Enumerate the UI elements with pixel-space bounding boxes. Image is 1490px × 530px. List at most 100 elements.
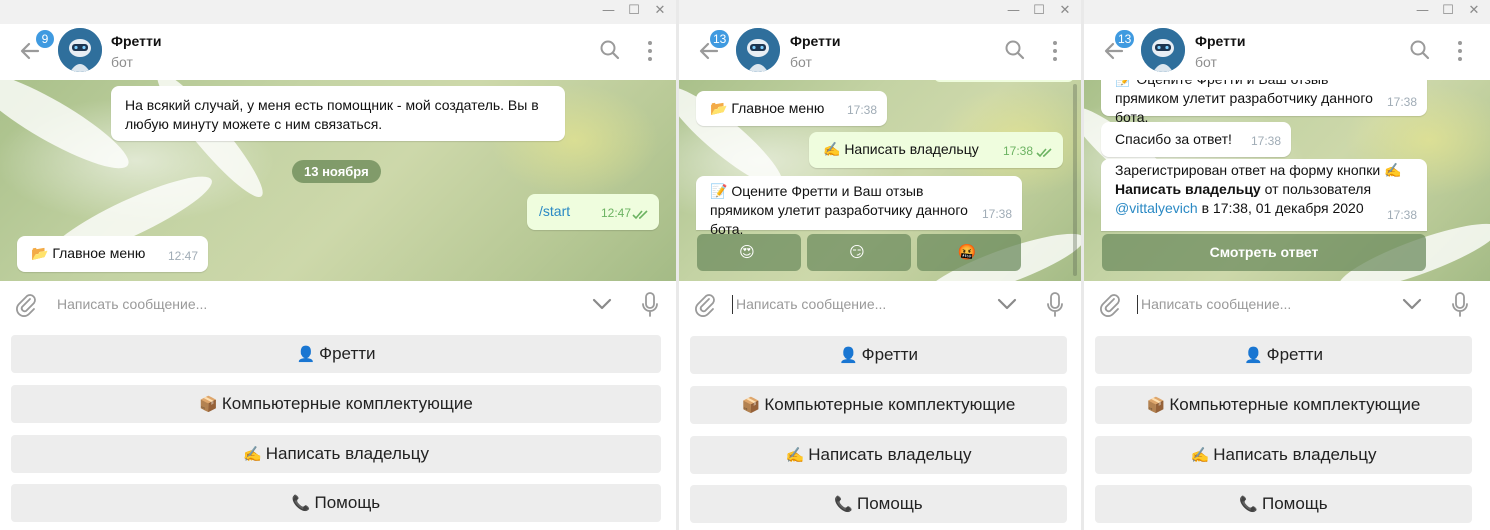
more-vertical-icon[interactable] <box>1051 39 1059 63</box>
chat-subtitle: бот <box>111 54 133 70</box>
angry-face-icon: 🤬 <box>957 243 977 261</box>
chat-header: 9 Фретти бот <box>0 24 676 80</box>
keyboard-button-help[interactable]: 📞 Помощь <box>11 484 661 522</box>
keyboard-button-fretti[interactable]: 👤 Фретти <box>11 335 661 373</box>
keyboard-button-label: Помощь <box>314 493 381 512</box>
chat-subtitle: бот <box>1195 54 1217 70</box>
search-icon[interactable] <box>1409 39 1431 61</box>
message-bubble[interactable]: 📂 Главное меню 17:38 <box>696 91 887 126</box>
heart-eyes-icon: 😍 <box>739 243 755 261</box>
survey-message[interactable]: 📝 Оцените Фретти и Ваш отзыв прямиком ул… <box>696 176 1022 237</box>
message-bubble[interactable]: Спасибо за ответ! 17:38 <box>1101 122 1291 157</box>
more-vertical-icon[interactable] <box>1456 39 1464 63</box>
message-area[interactable]: На всякий случай, у меня есть помощник -… <box>0 80 676 281</box>
keyboard-button-write-owner[interactable]: ✍️ Написать владельцу <box>11 435 661 473</box>
chat-title: Фретти <box>790 33 841 49</box>
keyboard-button-help[interactable]: 📞 Помощь <box>1095 485 1472 523</box>
keyboard-button-components[interactable]: 📦 Компьютерные комплектующие <box>11 385 661 423</box>
message-input[interactable]: Написать сообщение... <box>1141 296 1291 312</box>
maximize-button[interactable]: ☐ <box>628 4 640 18</box>
text-caret <box>1137 295 1138 314</box>
message-text: 📂 Главное меню <box>31 245 146 261</box>
keyboard-button-write-owner[interactable]: ✍️ Написать владельцу <box>1095 436 1472 474</box>
avatar[interactable] <box>1141 28 1185 72</box>
keyboard-button-fretti[interactable]: 👤 Фретти <box>1095 336 1472 374</box>
robot-avatar-icon <box>736 28 780 72</box>
message-bubble[interactable]: На всякий случай, у меня есть помощник -… <box>111 86 565 141</box>
message-time: 17:38 <box>1386 208 1417 222</box>
package-icon: 📦 <box>199 395 218 413</box>
search-icon[interactable] <box>599 39 621 61</box>
reaction-button-angry[interactable]: 🤬 <box>917 234 1021 271</box>
chevron-down-icon[interactable] <box>997 297 1017 311</box>
keyboard-button-label: Помощь <box>1262 494 1328 513</box>
chat-window-1: — ☐ ✕ 9 Фретти бот На всякий случай, у м… <box>0 0 676 530</box>
message-time: 17:38 <box>846 103 877 117</box>
maximize-button[interactable]: ☐ <box>1033 4 1045 18</box>
minimize-button[interactable]: — <box>602 4 615 18</box>
survey-message[interactable]: 📝 Оцените Фретти и Ваш отзыв прямиком ул… <box>1101 80 1427 125</box>
attach-icon[interactable] <box>693 293 717 317</box>
message-time: 17:38 <box>981 207 1012 221</box>
message-text: На всякий случай, у меня есть помощник -… <box>125 97 539 132</box>
smirk-icon: 😏 <box>849 243 865 261</box>
writing-hand-icon: ✍️ <box>243 445 262 463</box>
keyboard-button-label: Компьютерные комплектующие <box>1169 395 1421 414</box>
keyboard-button-label: Компьютерные комплектующие <box>221 394 473 413</box>
avatar[interactable] <box>736 28 780 72</box>
registration-message[interactable]: Зарегистрирован ответ на форму кнопки ✍️… <box>1101 159 1427 231</box>
chevron-down-icon[interactable] <box>1402 297 1422 311</box>
reaction-button-love[interactable]: 😍 <box>697 234 801 271</box>
message-time: 17:38 <box>1386 95 1417 109</box>
minimize-button[interactable]: — <box>1416 4 1429 18</box>
chat-title: Фретти <box>1195 33 1246 49</box>
microphone-icon[interactable] <box>1046 292 1064 318</box>
message-bubble[interactable]: 📂 Главное меню 12:47 <box>17 236 208 272</box>
message-area[interactable]: 📝 Оцените Фретти и Ваш отзыв прямиком ул… <box>1084 80 1490 281</box>
unread-badge: 9 <box>36 30 54 48</box>
attach-icon[interactable] <box>14 293 38 317</box>
message-time: 17:38 <box>1002 144 1033 158</box>
keyboard-button-components[interactable]: 📦 Компьютерные комплектующие <box>690 386 1067 424</box>
close-button[interactable]: ✕ <box>1059 4 1071 18</box>
more-vertical-icon[interactable] <box>646 39 654 63</box>
keyboard-button-label: Фретти <box>319 344 376 363</box>
message-input[interactable]: Написать сообщение... <box>57 296 207 312</box>
message-time: 12:47 <box>167 249 198 263</box>
robot-avatar-icon <box>1141 28 1185 72</box>
command-link[interactable]: /start <box>539 203 570 219</box>
keyboard-button-help[interactable]: 📞 Помощь <box>690 485 1067 523</box>
message-time: 17:38 <box>1250 134 1281 148</box>
input-bar: Написать сообщение... <box>0 281 676 329</box>
text-caret <box>732 295 733 314</box>
maximize-button[interactable]: ☐ <box>1442 4 1454 18</box>
close-button[interactable]: ✕ <box>654 4 666 18</box>
user-link[interactable]: @vittalyevich <box>1115 200 1198 216</box>
message-input[interactable]: Написать сообщение... <box>736 296 886 312</box>
message-text: Спасибо за ответ! <box>1115 131 1232 147</box>
phone-icon: 📞 <box>834 495 853 513</box>
outgoing-message[interactable]: /start 12:47 <box>527 194 659 230</box>
view-answer-button[interactable]: Смотреть ответ <box>1102 234 1426 271</box>
minimize-button[interactable]: — <box>1007 4 1020 18</box>
title-bar: — ☐ ✕ <box>679 0 1081 24</box>
package-icon: 📦 <box>1146 396 1166 414</box>
scrollbar[interactable] <box>1073 84 1077 276</box>
reaction-button-smirk[interactable]: 😏 <box>807 234 911 271</box>
message-area[interactable]: 📂 Главное меню 17:38 ✍️ Написать владель… <box>679 80 1081 281</box>
avatar[interactable] <box>58 28 102 72</box>
chevron-down-icon[interactable] <box>592 297 612 311</box>
keyboard-button-label: Компьютерные комплектующие <box>764 395 1016 414</box>
close-button[interactable]: ✕ <box>1468 4 1480 18</box>
outgoing-message[interactable]: ✍️ Написать владельцу 17:38 <box>809 132 1063 168</box>
attach-icon[interactable] <box>1098 293 1122 317</box>
chat-header: 13 Фретти бот <box>679 24 1081 80</box>
microphone-icon[interactable] <box>1451 292 1469 318</box>
search-icon[interactable] <box>1004 39 1026 61</box>
person-icon: 👤 <box>838 346 858 364</box>
keyboard-button-fretti[interactable]: 👤 Фретти <box>690 336 1067 374</box>
person-icon: 👤 <box>296 345 316 363</box>
keyboard-button-components[interactable]: 📦 Компьютерные комплектующие <box>1095 386 1472 424</box>
keyboard-button-write-owner[interactable]: ✍️ Написать владельцу <box>690 436 1067 474</box>
microphone-icon[interactable] <box>641 292 659 318</box>
